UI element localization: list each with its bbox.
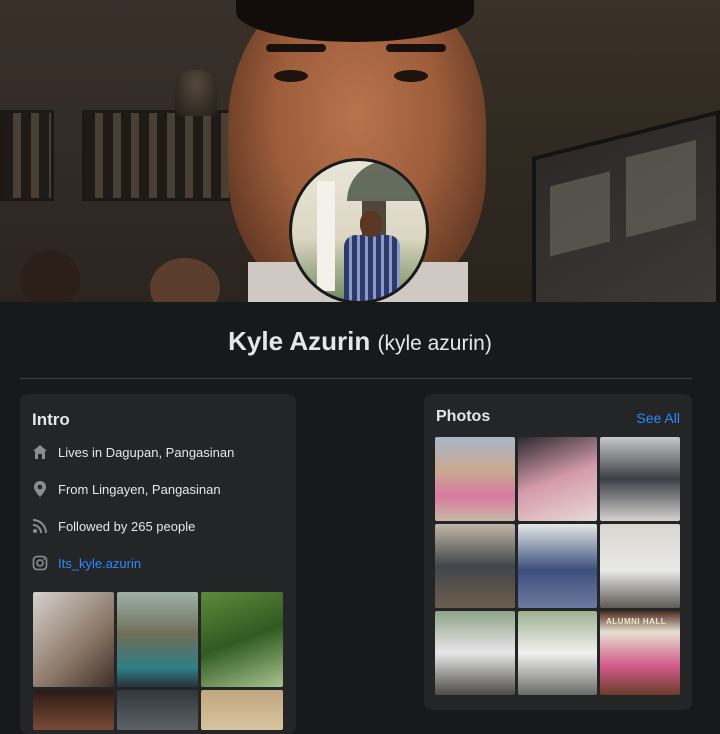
featured-photo[interactable] bbox=[201, 690, 283, 730]
photo-thumbnail[interactable] bbox=[518, 437, 597, 521]
cover-grille bbox=[82, 110, 248, 201]
avatar-person-head bbox=[360, 211, 382, 237]
instagram-icon bbox=[32, 555, 48, 571]
intro-item-instagram[interactable]: Its_kyle.azurin bbox=[32, 555, 141, 571]
photo-sign-text: ALUMNI HALL bbox=[606, 617, 667, 626]
cover-eye bbox=[274, 70, 308, 82]
featured-photo[interactable] bbox=[117, 690, 198, 730]
cover-background-person bbox=[20, 250, 80, 302]
profile-alternate-name: (kyle azurin) bbox=[377, 332, 492, 355]
intro-item-text: Lives in Dagupan, Pangasinan bbox=[58, 444, 235, 460]
home-icon bbox=[32, 444, 48, 460]
profile-name-row: Kyle Azurin (kyle azurin) bbox=[0, 326, 720, 357]
profile-name: Kyle Azurin bbox=[228, 326, 371, 356]
avatar-pillar bbox=[317, 181, 335, 291]
instagram-link[interactable]: Its_kyle.azurin bbox=[58, 556, 141, 571]
cover-eyebrow bbox=[266, 44, 326, 52]
cover-eye bbox=[394, 70, 428, 82]
intro-item-followers: Followed by 265 people bbox=[32, 518, 195, 534]
profile-avatar[interactable] bbox=[289, 158, 429, 304]
intro-item-text: From Lingayen, Pangasinan bbox=[58, 481, 221, 497]
intro-item-lives-in: Lives in Dagupan, Pangasinan bbox=[32, 444, 234, 460]
cover-eyebrow bbox=[386, 44, 446, 52]
avatar-person-body bbox=[344, 235, 400, 301]
featured-photo[interactable] bbox=[117, 592, 198, 687]
cover-lamp bbox=[175, 70, 217, 116]
cover-grille-left bbox=[0, 110, 54, 201]
featured-photo[interactable] bbox=[201, 592, 283, 687]
intro-title: Intro bbox=[32, 410, 70, 429]
intro-item-from: From Lingayen, Pangasinan bbox=[32, 481, 221, 497]
photo-thumbnail[interactable] bbox=[435, 611, 515, 695]
divider bbox=[20, 378, 692, 379]
featured-photo[interactable] bbox=[33, 690, 114, 730]
cover-board bbox=[532, 110, 720, 302]
photo-thumbnail[interactable] bbox=[518, 611, 597, 695]
photo-thumbnail[interactable] bbox=[600, 524, 680, 608]
photos-card: Photos See All ALUMNI HALL bbox=[424, 394, 692, 710]
see-all-link[interactable]: See All bbox=[636, 410, 680, 426]
photo-thumbnail[interactable] bbox=[435, 524, 515, 608]
photo-thumbnail[interactable] bbox=[518, 524, 597, 608]
featured-photo[interactable] bbox=[33, 592, 114, 687]
intro-card: Intro Lives in Dagupan, Pangasinan From … bbox=[20, 394, 296, 734]
rss-icon bbox=[32, 518, 48, 534]
location-pin-icon bbox=[32, 481, 48, 497]
intro-item-text: Followed by 265 people bbox=[58, 518, 196, 534]
photo-thumbnail[interactable] bbox=[600, 437, 680, 521]
photos-title: Photos bbox=[436, 408, 491, 425]
photo-thumbnail[interactable] bbox=[435, 437, 515, 521]
photo-thumbnail[interactable]: ALUMNI HALL bbox=[600, 611, 680, 695]
